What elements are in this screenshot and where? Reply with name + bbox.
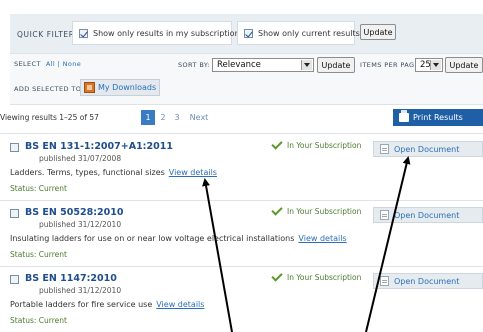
quick-filters-bar: QUICK FILTERS Show only results in my su… bbox=[10, 14, 483, 54]
result-published: published 31/12/2010 bbox=[39, 286, 122, 295]
result-checkbox[interactable] bbox=[10, 143, 19, 152]
document-icon bbox=[380, 144, 389, 154]
filter-update-button[interactable]: Update bbox=[360, 24, 396, 40]
my-downloads-button[interactable]: My Downloads bbox=[80, 79, 160, 96]
items-per-page-label: ITEMS PER PAGE bbox=[360, 61, 419, 69]
result-title-link[interactable]: BS EN 131-1:2007+A1:2011 bbox=[25, 141, 173, 152]
sort-select-value: Relevance bbox=[217, 60, 261, 70]
items-update-button[interactable]: Update bbox=[445, 57, 483, 73]
result-item: BS EN 50528:2010 published 31/12/2010 In… bbox=[0, 204, 483, 266]
page-1-link[interactable]: 1 bbox=[141, 110, 155, 125]
subscription-filter-label: Show only results in my subscription bbox=[93, 28, 240, 38]
subscription-badge: In Your Subscription bbox=[271, 204, 361, 216]
document-icon bbox=[380, 276, 389, 286]
select-all-link[interactable]: All bbox=[46, 60, 55, 68]
open-document-button[interactable]: Open Document bbox=[373, 273, 483, 289]
view-details-link[interactable]: View details bbox=[298, 234, 346, 243]
subscription-filter[interactable]: Show only results in my subscription bbox=[72, 21, 240, 45]
sort-by-label: SORT BY: bbox=[178, 61, 210, 69]
result-description: Portable ladders for fire service use Vie… bbox=[10, 300, 205, 309]
result-description: Ladders. Terms, types, functional sizes V… bbox=[10, 168, 217, 177]
selection-bar: SELECT All | None SORT BY: Relevance Upd… bbox=[10, 53, 483, 105]
check-icon bbox=[271, 138, 283, 150]
subscription-badge: In Your Subscription bbox=[271, 138, 361, 150]
result-published: published 31/12/2010 bbox=[39, 220, 122, 229]
chevron-down-icon[interactable] bbox=[301, 60, 312, 70]
result-checkbox[interactable] bbox=[10, 275, 19, 284]
result-status: Status: Current bbox=[10, 250, 67, 259]
page-3-link[interactable]: 3 bbox=[172, 110, 182, 125]
result-item: BS EN 1147:2010 published 31/12/2010 Por… bbox=[0, 270, 483, 332]
result-item: BS EN 131-1:2007+A1:2011 published 31/07… bbox=[0, 138, 483, 200]
result-status: Status: Current bbox=[10, 184, 67, 193]
divider bbox=[0, 200, 483, 201]
quick-filters-label: QUICK FILTERS bbox=[17, 30, 80, 39]
current-filter[interactable]: Show only current results bbox=[237, 21, 360, 45]
select-none-link[interactable]: None bbox=[63, 60, 82, 68]
add-selected-label: ADD SELECTED TO bbox=[14, 85, 82, 93]
document-icon bbox=[380, 210, 389, 220]
result-checkbox[interactable] bbox=[10, 209, 19, 218]
result-title-link[interactable]: BS EN 1147:2010 bbox=[25, 273, 117, 284]
result-status: Status: Current bbox=[10, 316, 67, 325]
printer-icon bbox=[399, 110, 409, 122]
sort-select[interactable]: Relevance bbox=[212, 58, 314, 72]
items-per-page-select[interactable]: 25 bbox=[415, 58, 443, 72]
next-page-link[interactable]: Next bbox=[188, 110, 210, 125]
result-published: published 31/07/2008 bbox=[39, 154, 122, 163]
view-details-link[interactable]: View details bbox=[169, 168, 217, 177]
result-description: Insulating ladders for use on or near lo… bbox=[10, 234, 347, 243]
current-filter-checkbox[interactable] bbox=[244, 28, 253, 38]
print-results-label: Print Results bbox=[413, 113, 463, 122]
view-details-link[interactable]: View details bbox=[156, 300, 204, 309]
my-downloads-label: My Downloads bbox=[98, 83, 157, 92]
subscription-filter-checkbox[interactable] bbox=[79, 28, 88, 38]
chevron-down-icon[interactable] bbox=[430, 60, 441, 70]
results-summary: Viewing results 1–25 of 57 bbox=[0, 113, 99, 122]
select-label: SELECT All | None bbox=[14, 60, 82, 68]
check-icon bbox=[271, 270, 283, 282]
page-2-link[interactable]: 2 bbox=[158, 110, 168, 125]
current-filter-label: Show only current results bbox=[258, 28, 360, 38]
result-title-link[interactable]: BS EN 50528:2010 bbox=[25, 207, 123, 218]
open-document-button[interactable]: Open Document bbox=[373, 207, 483, 223]
downloads-icon bbox=[84, 82, 95, 93]
divider bbox=[0, 266, 483, 267]
open-document-button[interactable]: Open Document bbox=[373, 141, 483, 157]
sort-update-button[interactable]: Update bbox=[317, 57, 355, 73]
subscription-badge: In Your Subscription bbox=[271, 270, 361, 282]
divider bbox=[0, 133, 483, 134]
print-results-button[interactable]: Print Results bbox=[393, 109, 483, 126]
select-separator: | bbox=[55, 60, 63, 68]
check-icon bbox=[271, 204, 283, 216]
